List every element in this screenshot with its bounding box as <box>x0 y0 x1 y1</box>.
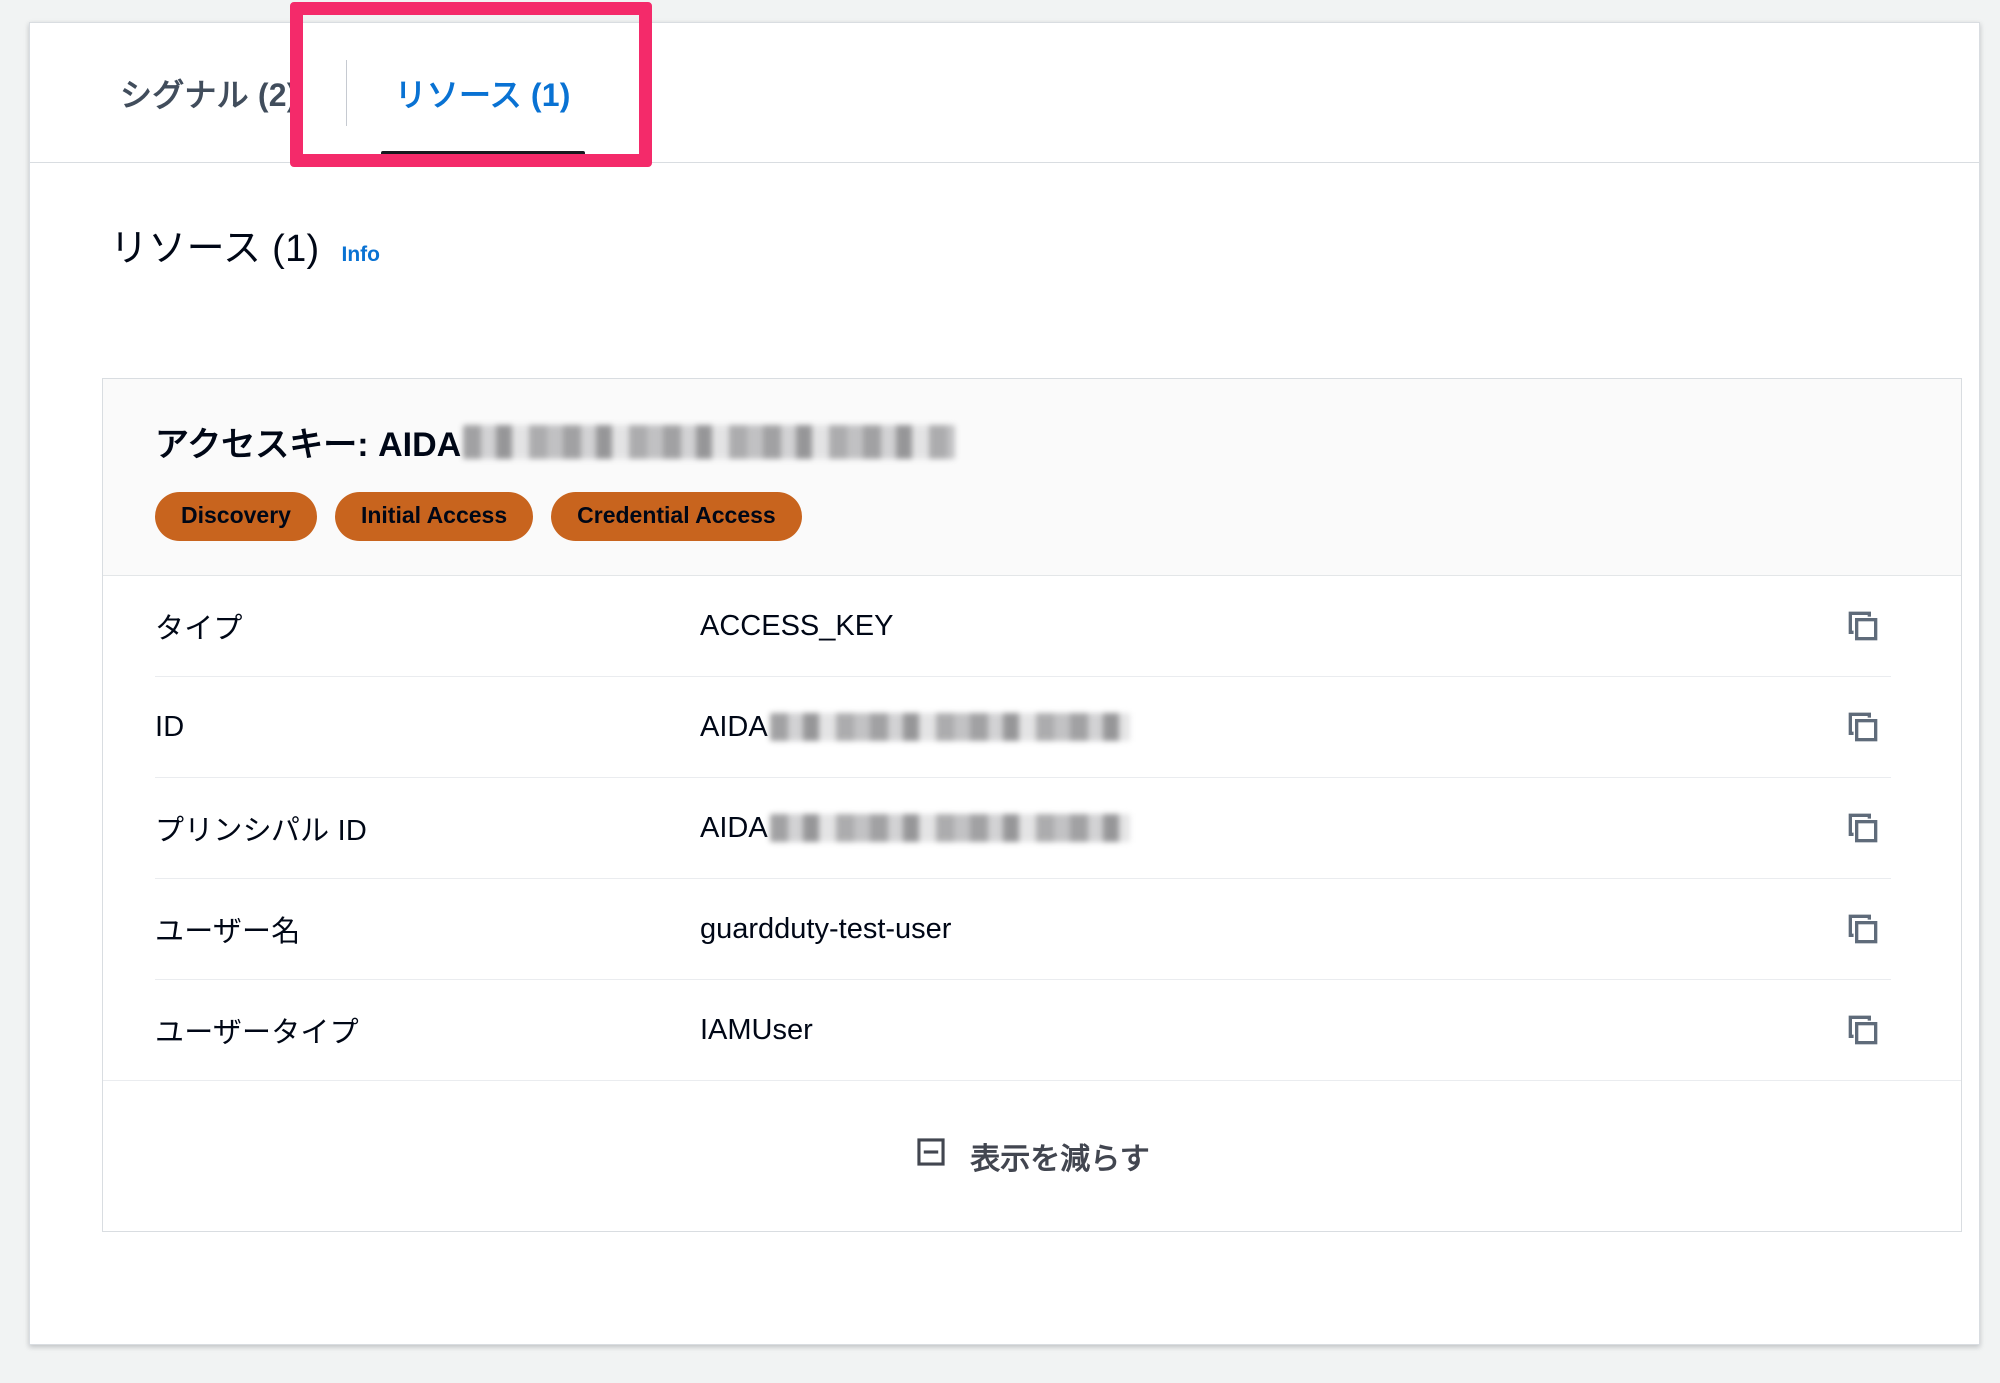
section-header: リソース (1) Info <box>30 163 1979 272</box>
badge-credential-access[interactable]: Credential Access <box>551 492 802 541</box>
table-row: プリンシパル ID AIDA <box>155 778 1891 879</box>
row-value-principal-id: AIDA <box>700 812 1835 845</box>
resource-card-title: アクセスキー: AIDA <box>155 417 1961 466</box>
redacted-id-value <box>769 713 1130 741</box>
row-label-username: ユーザー名 <box>155 916 301 948</box>
copy-icon[interactable] <box>1835 901 1891 957</box>
table-row: タイプ ACCESS_KEY <box>155 576 1891 677</box>
tab-signals[interactable]: シグナル (2) <box>74 23 344 162</box>
resource-card-title-text: アクセスキー: AIDA <box>155 426 462 464</box>
resource-detail-list: タイプ ACCESS_KEY ID AIDA プリンシパル ID AIDA ユー… <box>103 576 1961 1080</box>
row-label-principal-id: プリンシパル ID <box>155 815 367 847</box>
row-value-id-text: AIDA <box>700 710 768 743</box>
copy-icon[interactable] <box>1835 598 1891 654</box>
row-value-type-text: ACCESS_KEY <box>700 609 894 642</box>
table-row: ユーザータイプ IAMUser <box>155 980 1891 1080</box>
copy-icon[interactable] <box>1835 800 1891 856</box>
show-less-button[interactable]: 表示を減らす <box>914 1134 1150 1178</box>
info-link[interactable]: Info <box>342 243 380 267</box>
content-panel: シグナル (2) リソース (1) リソース (1) Info アクセスキー: … <box>29 2 1980 1345</box>
row-value-username-text: guardduty-test-user <box>700 912 952 945</box>
row-label-id: ID <box>155 710 185 743</box>
copy-icon[interactable] <box>1835 699 1891 755</box>
tab-signals-label: シグナル (2) <box>120 76 298 113</box>
badge-initial-access[interactable]: Initial Access <box>334 492 534 541</box>
row-value-usertype-text: IAMUser <box>700 1013 813 1046</box>
page-title: リソース (1) <box>110 228 320 270</box>
redacted-principal-id-value <box>769 814 1130 842</box>
redacted-access-key-id <box>463 424 956 459</box>
resource-card-header: アクセスキー: AIDA Discovery Initial Access Cr… <box>103 379 1961 576</box>
tab-divider <box>345 59 347 126</box>
tab-resources-label: リソース (1) <box>394 76 571 113</box>
tactic-badge-list: Discovery Initial Access Credential Acce… <box>155 492 1961 541</box>
row-value-usertype: IAMUser <box>700 1014 1835 1047</box>
table-row: ユーザー名 guardduty-test-user <box>155 879 1891 980</box>
row-value-id: AIDA <box>700 711 1835 744</box>
row-value-type: ACCESS_KEY <box>700 610 1835 643</box>
badge-discovery[interactable]: Discovery <box>155 492 317 541</box>
table-row: ID AIDA <box>155 677 1891 778</box>
row-label-type: タイプ <box>155 613 243 645</box>
row-value-username: guardduty-test-user <box>700 913 1835 946</box>
minus-square-icon <box>914 1135 948 1177</box>
row-label-usertype: ユーザータイプ <box>155 1017 359 1049</box>
tab-bar: シグナル (2) リソース (1) <box>30 2 1979 167</box>
resource-card-footer: 表示を減らす <box>103 1080 1961 1231</box>
row-value-principal-id-text: AIDA <box>700 811 768 844</box>
tab-resources[interactable]: リソース (1) <box>349 23 617 162</box>
copy-icon[interactable] <box>1835 1002 1891 1058</box>
resource-card: アクセスキー: AIDA Discovery Initial Access Cr… <box>102 378 1962 1232</box>
show-less-label: 表示を減らす <box>970 1143 1150 1176</box>
